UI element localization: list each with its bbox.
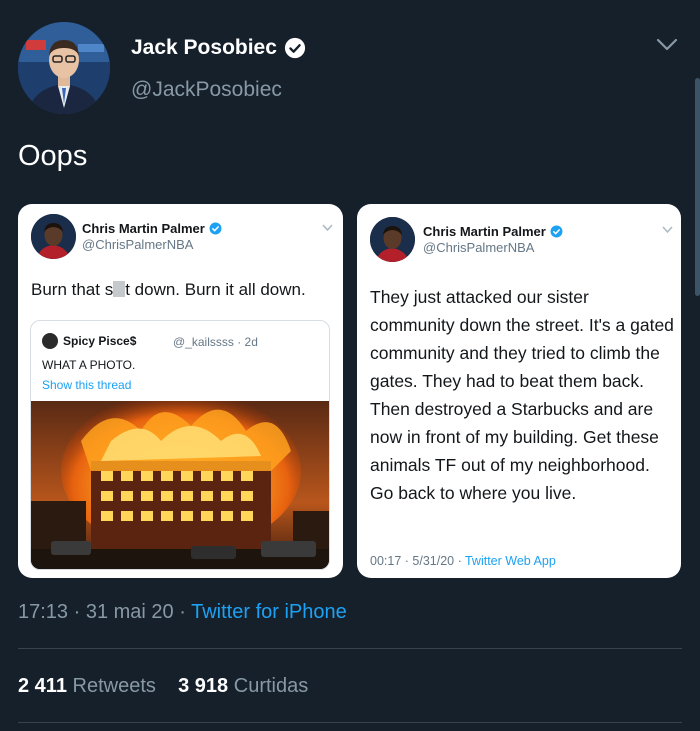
author-avatar[interactable] [18, 22, 110, 114]
tweet-text: Oops [18, 140, 88, 172]
embedded-avatar [31, 214, 76, 259]
quoted-avatar [42, 333, 58, 349]
media-image-left[interactable]: Chris Martin Palmer @ChrisPalmerNBA Burn… [18, 204, 343, 578]
embedded-display-name: Chris Martin Palmer [82, 221, 222, 236]
verified-badge-icon [550, 225, 563, 238]
scrollbar[interactable] [695, 78, 700, 296]
name-row[interactable]: Jack Posobiec [131, 36, 306, 60]
quoted-tweet: Spicy Pisce$ @_kailssss · 2d WHAT A PHOT… [30, 320, 330, 570]
divider [18, 648, 682, 649]
burning-building-photo [31, 401, 329, 569]
tweet-stats: 2 411 Retweets 3 918 Curtidas [18, 675, 308, 698]
verified-badge-icon [209, 222, 222, 235]
embedded-tweet-text: They just attacked our sister community … [370, 287, 674, 503]
media-image-right[interactable]: Chris Martin Palmer @ChrisPalmerNBA They… [357, 204, 681, 578]
tweet-source-link[interactable]: Twitter for iPhone [191, 601, 347, 623]
quoted-text: WHAT A PHOTO. [42, 358, 136, 372]
chevron-down-icon[interactable] [656, 38, 678, 52]
chevron-down-icon [662, 226, 673, 233]
censor-blur [113, 281, 126, 297]
tweet-header: Jack Posobiec @JackPosobiec [18, 22, 688, 114]
divider [18, 722, 682, 723]
embedded-handle: @ChrisPalmerNBA [82, 237, 194, 252]
embedded-tweet-meta: 00:17 · 5/31/20 · Twitter Web App [370, 554, 556, 568]
author-handle[interactable]: @JackPosobiec [131, 78, 282, 102]
embedded-tweet-text: Burn that st down. Burn it all down. [31, 280, 306, 299]
embedded-avatar [370, 217, 415, 262]
likes-stat[interactable]: 3 918 Curtidas [178, 675, 308, 697]
quoted-handle: @_kailssss · 2d [173, 335, 258, 349]
chevron-down-icon [322, 224, 333, 231]
tweet-media[interactable]: Chris Martin Palmer @ChrisPalmerNBA Burn… [18, 204, 681, 578]
retweets-stat[interactable]: 2 411 Retweets [18, 675, 156, 697]
tweet-time: 17:13 [18, 601, 69, 623]
show-thread-link: Show this thread [42, 378, 132, 392]
tweet-date: 31 mai 20 [85, 601, 174, 623]
display-name[interactable]: Jack Posobiec [131, 36, 277, 60]
verified-badge-icon [284, 37, 306, 59]
embedded-handle: @ChrisPalmerNBA [423, 240, 535, 255]
embedded-display-name: Chris Martin Palmer [423, 224, 563, 239]
quoted-display-name: Spicy Pisce$ [63, 334, 137, 348]
tweet-timestamp: 17:13 · 31 mai 20 · Twitter for iPhone [18, 601, 347, 623]
